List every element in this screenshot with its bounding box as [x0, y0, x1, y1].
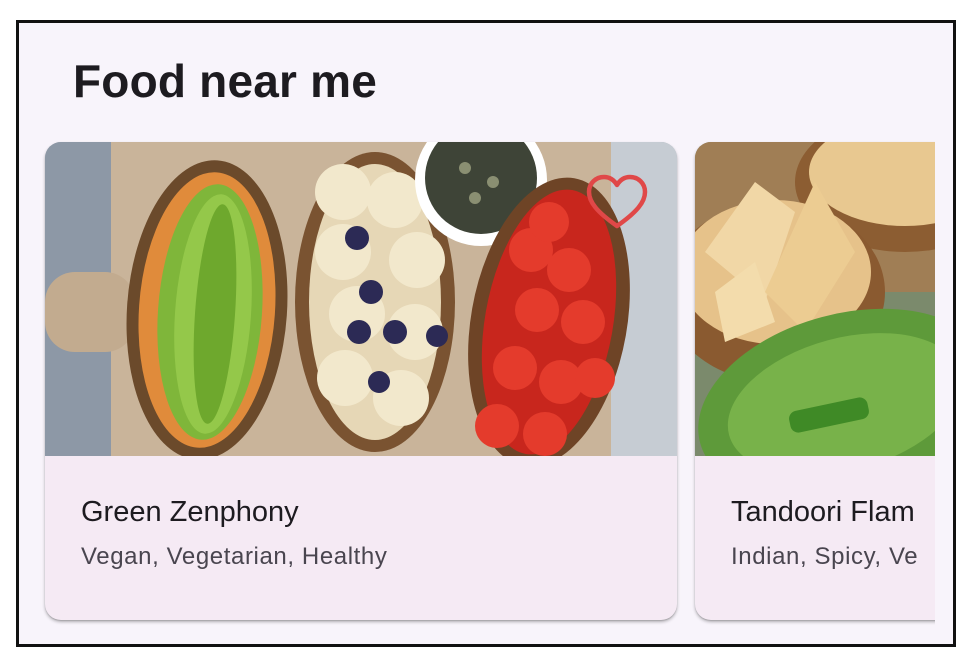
restaurant-card-tandoori-flam[interactable]: Tandoori Flam Indian, Spicy, Ve	[695, 142, 935, 620]
naan-photo-illustration	[695, 142, 935, 456]
restaurant-tags: Indian, Spicy, Ve	[731, 543, 919, 570]
favorite-button[interactable]	[585, 174, 649, 232]
restaurant-name: Green Zenphony	[81, 496, 299, 528]
restaurant-image	[695, 142, 935, 456]
screen-frame: Food near me Green Zenphony Vegan, Veget…	[16, 20, 956, 647]
restaurant-carousel[interactable]: Green Zenphony Vegan, Vegetarian, Health…	[19, 23, 935, 644]
heart-outline-icon	[586, 174, 648, 229]
restaurant-tags: Vegan, Vegetarian, Healthy	[81, 543, 388, 570]
restaurant-name: Tandoori Flam	[731, 496, 915, 528]
toast-photo-illustration	[45, 142, 677, 456]
restaurant-image	[45, 142, 677, 456]
restaurant-card-green-zenphony[interactable]: Green Zenphony Vegan, Vegetarian, Health…	[45, 142, 677, 620]
